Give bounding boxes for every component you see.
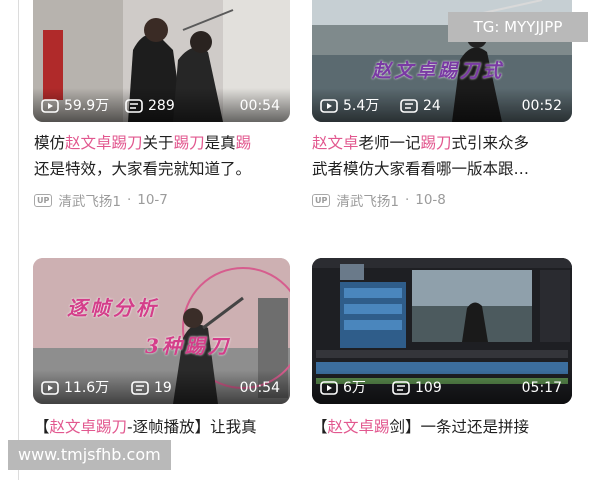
- meta-separator: ·: [126, 192, 132, 208]
- keyword-highlight: 赵文卓: [49, 418, 97, 436]
- keyword-highlight: 赵文卓: [65, 134, 112, 152]
- comment-count: 289: [125, 98, 175, 114]
- video-duration: 00:52: [521, 98, 562, 114]
- view-count: 6万: [320, 380, 366, 396]
- view-count: 11.6万: [41, 380, 109, 396]
- keyword-highlight: 踢刀: [96, 418, 128, 436]
- video-thumbnail[interactable]: 逐帧分析 3种踢刀 11.6万 19 00:54: [33, 258, 290, 404]
- comment-count: 19: [131, 380, 172, 396]
- meta-separator: ·: [404, 192, 410, 208]
- title-line-2: 还是特效，大家看完就知道了。: [34, 156, 296, 182]
- title-line-1: 【赵文卓踢刀-逐帧播放】让我真: [34, 414, 296, 440]
- video-meta: UP 清武飞扬1 · 10-8: [312, 190, 446, 210]
- view-count: 5.4万: [320, 98, 379, 114]
- comment-count-value: 289: [148, 98, 175, 114]
- title-line-2: 武者模仿大家看看哪一版本跟…: [312, 156, 580, 182]
- title-text: 武者模仿大家看看哪一版本跟…: [312, 160, 530, 178]
- uploader-name[interactable]: 清武飞扬1: [336, 190, 399, 210]
- keyword-highlight: 踢刀: [111, 134, 143, 152]
- title-text: -逐帧播放】让我真: [127, 418, 257, 436]
- play-count-icon: [41, 99, 59, 113]
- view-count-value: 59.9万: [64, 98, 110, 114]
- title-text: 还是特效，大家看完就知道了。: [34, 160, 252, 178]
- title-text: 【: [34, 418, 50, 436]
- upload-date: 10-8: [415, 192, 446, 208]
- video-thumbnail[interactable]: 59.9万 289 00:54: [33, 0, 290, 122]
- comment-count: 109: [392, 380, 442, 396]
- thumbnail-caption: 赵文卓踢刀式: [372, 60, 505, 82]
- up-badge-icon: UP: [312, 193, 331, 207]
- danmaku-icon: [125, 99, 143, 113]
- view-count-value: 6万: [343, 380, 366, 396]
- video-thumbnail[interactable]: 6万 109 05:17: [312, 258, 572, 404]
- title-text: 式引来众多: [451, 134, 530, 152]
- video-duration: 05:17: [521, 380, 562, 396]
- video-title[interactable]: 【赵文卓踢剑】一条过还是拼接: [312, 414, 580, 440]
- comment-count-value: 19: [154, 380, 172, 396]
- thumbnail-caption-line-1: 逐帧分析: [67, 296, 159, 320]
- view-count-value: 11.6万: [64, 380, 110, 396]
- uploader-name[interactable]: 清武飞扬1: [58, 190, 121, 210]
- video-card-3[interactable]: 逐帧分析 3种踢刀 11.6万 19 00:54 【赵文卓踢刀-逐帧播放】让我真: [0, 250, 300, 450]
- view-count: 59.9万: [41, 98, 109, 114]
- video-title[interactable]: 模仿赵文卓踢刀关于踢刀是真踢 还是特效，大家看完就知道了。: [34, 130, 296, 182]
- play-count-icon: [41, 381, 59, 395]
- title-text: 是真: [204, 134, 236, 152]
- video-title[interactable]: 赵文卓老师一记踢刀式引来众多 武者模仿大家看看哪一版本跟…: [312, 130, 580, 182]
- keyword-highlight: 踢: [374, 418, 390, 436]
- video-card-4[interactable]: 6万 109 05:17 【赵文卓踢剑】一条过还是拼接: [300, 250, 600, 450]
- keyword-highlight: 踢刀: [420, 134, 452, 152]
- upload-date: 10-7: [137, 192, 168, 208]
- danmaku-icon: [400, 99, 418, 113]
- keyword-highlight: 赵文卓: [312, 134, 359, 152]
- video-duration: 00:54: [239, 98, 280, 114]
- play-count-icon: [320, 381, 338, 395]
- danmaku-icon: [392, 381, 410, 395]
- thumbnail-caption-line-2: 3种踢刀: [145, 334, 231, 358]
- danmaku-icon: [131, 381, 149, 395]
- title-text: 剑】一条过还是拼接: [389, 418, 530, 436]
- title-text: 模仿: [34, 134, 66, 152]
- comment-count: 24: [400, 98, 441, 114]
- comment-count-value: 109: [415, 380, 442, 396]
- tg-watermark: TG: MYYJJPP: [448, 12, 588, 42]
- keyword-highlight: 赵文卓: [327, 418, 375, 436]
- title-text: 关于: [142, 134, 174, 152]
- video-card-1[interactable]: 59.9万 289 00:54 模仿赵文卓踢刀关于踢刀是真踢 还是特效，大家看完…: [0, 0, 300, 220]
- title-line-1: 【赵文卓踢剑】一条过还是拼接: [312, 414, 580, 440]
- play-count-icon: [320, 99, 338, 113]
- title-text: 老师一记: [358, 134, 421, 152]
- title-text: 【: [312, 418, 328, 436]
- view-count-value: 5.4万: [343, 98, 380, 114]
- video-title[interactable]: 【赵文卓踢刀-逐帧播放】让我真: [34, 414, 296, 440]
- title-line-1: 赵文卓老师一记踢刀式引来众多: [312, 130, 580, 156]
- video-meta: UP 清武飞扬1 · 10-7: [34, 190, 168, 210]
- keyword-highlight: 踢: [235, 134, 252, 152]
- comment-count-value: 24: [423, 98, 441, 114]
- keyword-highlight: 踢刀: [173, 134, 205, 152]
- video-duration: 00:54: [239, 380, 280, 396]
- up-badge-icon: UP: [34, 193, 53, 207]
- title-line-1: 模仿赵文卓踢刀关于踢刀是真踢: [34, 130, 296, 156]
- url-watermark: www.tmjsfhb.com: [8, 440, 171, 470]
